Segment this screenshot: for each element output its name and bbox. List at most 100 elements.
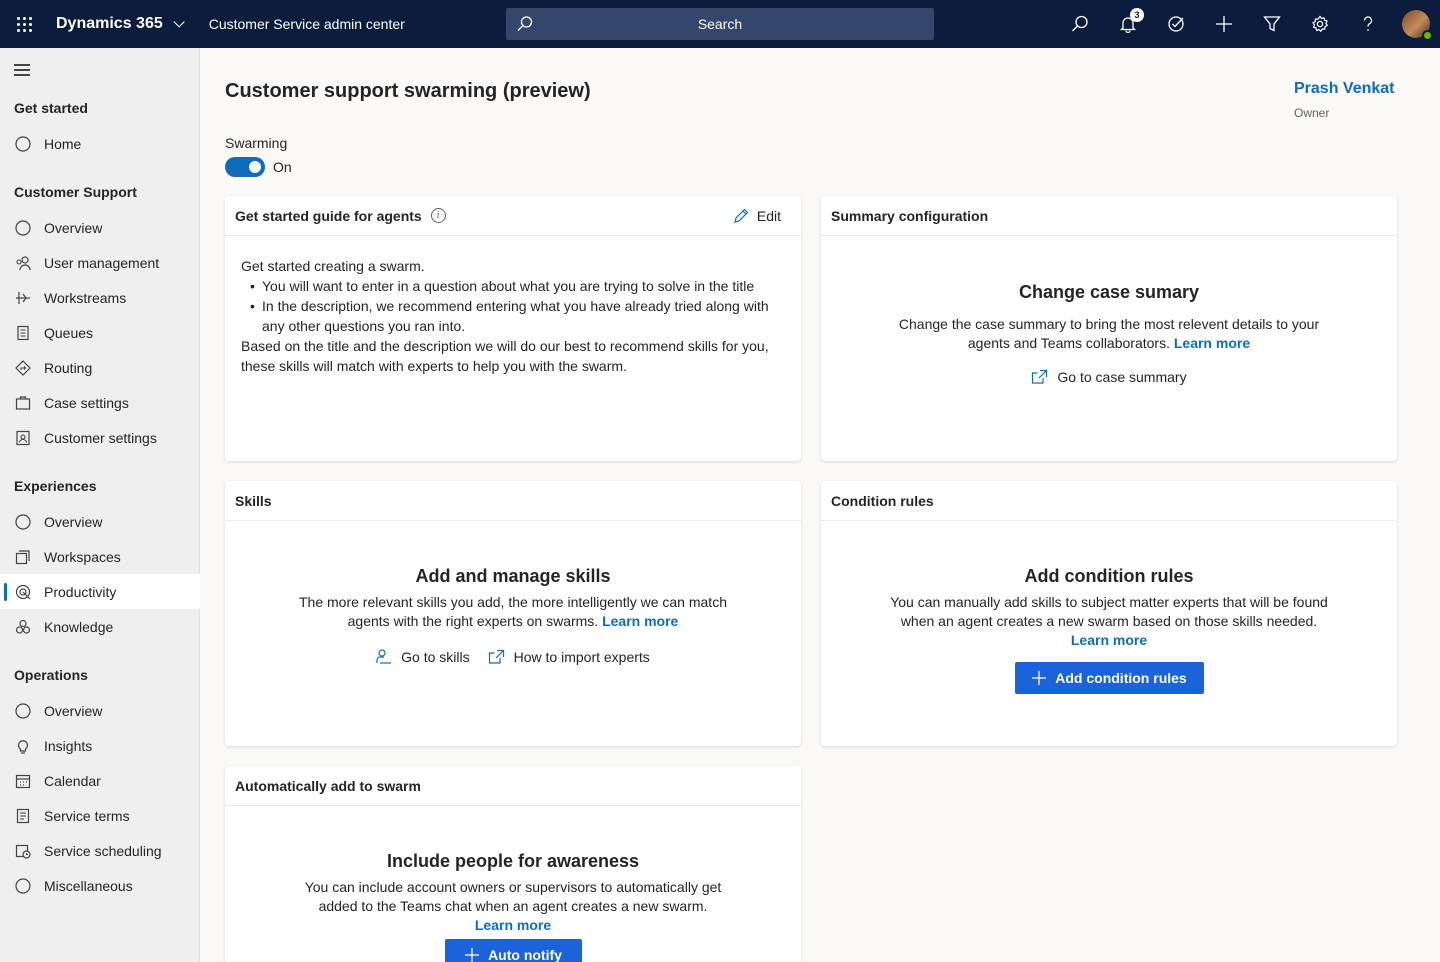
new-button[interactable] [1200, 0, 1248, 48]
card-header: Skills [225, 481, 801, 521]
card-header: Automatically add to swarm [225, 766, 801, 806]
nav-group-title: Customer Support [14, 184, 137, 200]
sidebar-item-label: Knowledge [44, 618, 114, 635]
summary-config-card: Summary configuration Change case sumary… [821, 196, 1397, 461]
sidebar-item-exp-overview[interactable]: Overview [0, 504, 200, 539]
pencil-icon [734, 208, 749, 223]
sidebar-item-label: Overview [44, 702, 103, 719]
task-check-icon [1168, 16, 1184, 32]
sidebar-item-label: Routing [44, 359, 93, 376]
import-experts-link[interactable]: How to import experts [488, 649, 650, 665]
sidebar-item-label: Calendar [44, 772, 101, 789]
description-text: You can manually add skills to subject m… [890, 594, 1328, 629]
sidebar-item-customer-settings[interactable]: Customer settings [0, 420, 200, 455]
hamburger-menu-icon[interactable] [14, 64, 30, 79]
circle-icon [14, 513, 32, 531]
knowledge-icon [14, 618, 32, 636]
global-search-input[interactable]: Search [506, 8, 934, 40]
sidebar-item-service-scheduling[interactable]: Service scheduling [0, 833, 200, 868]
search-icon [1072, 15, 1088, 32]
sidebar-item-workspaces[interactable]: Workspaces [0, 539, 200, 574]
settings-button[interactable] [1296, 0, 1344, 48]
sidebar-item-ops-overview[interactable]: Overview [0, 693, 200, 728]
sidebar-item-miscellaneous[interactable]: Miscellaneous [0, 868, 200, 903]
notifications-button[interactable]: 3 [1104, 0, 1152, 48]
plus-icon [1216, 16, 1232, 32]
learn-more-link[interactable]: Learn more [475, 917, 551, 933]
guide-outro: Based on the title and the description w… [241, 338, 769, 374]
sidebar-item-label: Miscellaneous [44, 877, 133, 894]
empty-state-title: Add and manage skills [415, 566, 611, 586]
search-button[interactable] [1056, 0, 1104, 48]
contact-card-icon [14, 429, 32, 447]
user-avatar[interactable] [1402, 10, 1433, 41]
nav-group-title: Experiences [14, 478, 97, 494]
empty-state-description: You can manually add skills to subject m… [884, 593, 1334, 650]
sidebar-item-productivity[interactable]: Productivity [0, 574, 200, 609]
swarming-toggle[interactable] [225, 157, 265, 177]
card-title: Condition rules [831, 492, 934, 509]
sidebar-item-calendar[interactable]: Calendar [0, 763, 200, 798]
circle-icon [14, 135, 32, 153]
circle-icon [14, 877, 32, 895]
add-condition-rules-button[interactable]: Add condition rules [1014, 662, 1204, 694]
learn-more-link[interactable]: Learn more [602, 613, 678, 629]
action-label: How to import experts [513, 649, 650, 665]
sidebar-item-routing[interactable]: Routing [0, 350, 200, 385]
card-header: Condition rules [821, 481, 1397, 521]
gear-icon [1312, 15, 1329, 33]
edit-button[interactable]: Edit [733, 196, 781, 236]
tasks-button[interactable] [1152, 0, 1200, 48]
sidebar-item-label: Productivity [44, 583, 117, 600]
search-icon [517, 16, 533, 31]
action-label: Go to skills [401, 649, 470, 665]
filter-icon [1263, 16, 1281, 32]
go-to-case-summary-link[interactable]: Go to case summary [1031, 369, 1187, 385]
brand-switcher[interactable]: Dynamics 365 [56, 15, 185, 33]
help-button[interactable] [1344, 0, 1392, 48]
sidebar-item-knowledge[interactable]: Knowledge [0, 609, 200, 644]
condition-rules-card: Condition rules Add condition rules You … [821, 481, 1397, 746]
sidebar-item-queues[interactable]: Queues [0, 315, 200, 350]
guide-card: Get started guide for agents i Edit Get … [225, 196, 801, 461]
owner-name-link[interactable]: Prash Venkat [1294, 80, 1395, 98]
sidebar-item-cs-overview[interactable]: Overview [0, 210, 200, 245]
document-icon [14, 807, 32, 825]
info-icon[interactable]: i [430, 208, 446, 223]
workstream-icon [14, 289, 32, 307]
empty-state-title: Include people for awareness [386, 851, 640, 871]
nav-group-customer-support: Customer Support Overview User managemen… [0, 180, 200, 455]
skills-card: Skills Add and manage skills The more re… [225, 481, 801, 746]
auto-notify-button[interactable]: Auto notify [444, 939, 582, 962]
plus-icon [1032, 671, 1047, 685]
top-bar: Dynamics 365 Customer Service admin cent… [0, 0, 1440, 48]
nav-group-experiences: Experiences Overview Workspaces Producti… [0, 474, 200, 644]
presence-available-icon [1422, 30, 1433, 41]
learn-more-link[interactable]: Learn more [1071, 632, 1147, 648]
nav-group-operations: Operations Overview Insights Calendar Se… [0, 663, 200, 903]
filter-button[interactable] [1248, 0, 1296, 48]
circle-icon [14, 702, 32, 720]
app-launcher-button[interactable] [0, 0, 48, 48]
productivity-icon [14, 583, 32, 601]
app-title[interactable]: Customer Service admin center [209, 16, 405, 32]
swarming-label: Swarming [225, 135, 288, 151]
sidebar-item-label: Service terms [44, 807, 130, 824]
sidebar-item-case-settings[interactable]: Case settings [0, 385, 200, 420]
briefcase-icon [14, 394, 32, 412]
card-title: Get started guide for agents [235, 207, 422, 224]
sidebar-item-service-terms[interactable]: Service terms [0, 798, 200, 833]
card-header: Get started guide for agents i Edit [225, 196, 801, 236]
empty-state-description: Change the case summary to bring the mos… [889, 315, 1329, 353]
sidebar-item-insights[interactable]: Insights [0, 728, 200, 763]
notification-badge: 3 [1130, 8, 1144, 22]
sidebar-item-user-management[interactable]: User management [0, 245, 200, 280]
learn-more-link[interactable]: Learn more [1174, 335, 1250, 351]
button-label: Add condition rules [1055, 670, 1187, 686]
edit-label: Edit [756, 208, 781, 224]
guide-text: Get started creating a swarm. You will w… [225, 236, 801, 376]
go-to-skills-link[interactable]: Go to skills [376, 649, 470, 665]
sidebar-item-home[interactable]: Home [0, 126, 200, 161]
sidebar-item-workstreams[interactable]: Workstreams [0, 280, 200, 315]
toggle-knob [249, 161, 261, 173]
